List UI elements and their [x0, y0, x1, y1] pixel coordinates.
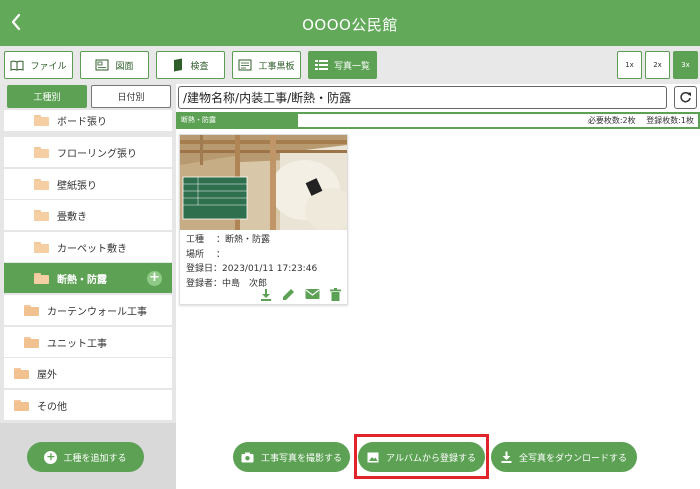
file-button-label: ファイル [30, 61, 67, 72]
tree-item-label: 畳敷き [57, 211, 87, 223]
folder-icon [14, 399, 29, 411]
blueprint-icon [95, 59, 109, 71]
meta-value: ：中島 次郎 [213, 278, 268, 289]
inspection-button-label: 検査 [190, 61, 209, 72]
download-all-button[interactable]: 全写真をダウンロードする [491, 442, 637, 472]
tree-item-label: 屋外 [37, 369, 57, 381]
photo-counts: 必要枚数:2枚 登録枚数:1枚 [580, 115, 694, 126]
photo-list-button[interactable]: 写真一覧 [308, 51, 377, 79]
photo-metadata: 工種 ：断熱・防露 場所 ： 登録日：2023/01/11 17:23:46 登録者… [186, 233, 317, 291]
category-label: 断熱・防露 [178, 114, 298, 127]
registered-count: 登録枚数:1枚 [646, 116, 694, 125]
category-header: 断熱・防露 必要枚数:2枚 登録枚数:1枚 [176, 112, 700, 129]
tree-item-label: 断熱・防露 [57, 274, 107, 286]
folder-icon [34, 209, 49, 221]
app-header: OOOO公民館 [0, 0, 700, 46]
file-button[interactable]: ファイル [4, 51, 73, 79]
meta-row: 工種 ：断熱・防露 [186, 233, 317, 248]
meta-label: 登録者 [186, 278, 214, 289]
meta-label: 場所 [186, 249, 205, 260]
zoom-2x-button[interactable]: 2x [645, 51, 670, 79]
meta-row: 場所 ： [186, 248, 317, 263]
path-field[interactable]: /建物名称/内装工事/断熱・防露 [178, 86, 667, 109]
folder-icon [34, 146, 49, 158]
folder-icon [34, 241, 49, 253]
take-photo-label: 工事写真を撮影する [260, 453, 342, 464]
folder-icon [34, 115, 49, 126]
tree-item[interactable]: ボード張り [4, 110, 172, 131]
tree-item-label: フローリング張り [57, 148, 137, 160]
plus-icon: + [44, 449, 58, 464]
meta-value: ：2023/01/11 17:23:46 [213, 264, 318, 274]
folder-icon [24, 304, 39, 316]
tree-item-label: 壁紙張り [57, 180, 97, 192]
folder-icon [14, 367, 29, 379]
required-count: 必要枚数:2枚 [587, 116, 636, 125]
page-title: OOOO公民館 [302, 16, 398, 34]
meta-value: ：断熱・防露 [216, 235, 271, 245]
tab-by-work-type[interactable]: 工種別 [7, 85, 87, 108]
inspection-button[interactable]: 検査 [156, 51, 225, 79]
add-work-type-label: 工種を追加する [63, 453, 127, 464]
notebook-icon [174, 58, 183, 72]
meta-row: 登録日：2023/01/11 17:23:46 [186, 262, 317, 277]
tree-item-selected[interactable]: 断熱・防露 + [4, 263, 172, 293]
tab-by-date[interactable]: 日付別 [91, 85, 171, 108]
camera-icon [241, 452, 254, 462]
photo-card[interactable]: 工種 ：断熱・防露 場所 ： 登録日：2023/01/11 17:23:46 登録者… [179, 134, 348, 305]
meta-label: 登録日 [186, 264, 214, 274]
zoom-3x-button[interactable]: 3x [673, 51, 698, 79]
blackboard-button-label: 工事黒板 [258, 61, 295, 72]
list-icon [314, 60, 328, 70]
tree-item[interactable]: カーテンウォール工事 [4, 295, 172, 325]
tree-item[interactable]: カーペット敷き [4, 232, 172, 262]
drawing-button-label: 図面 [115, 61, 134, 72]
tree-item-label: ボード張り [57, 117, 107, 128]
tree-item[interactable]: フローリング張り [4, 137, 172, 167]
zoom-1x-button[interactable]: 1x [617, 51, 642, 79]
download-all-label: 全写真をダウンロードする [518, 453, 627, 464]
add-work-type-button[interactable]: + 工種を追加する [27, 442, 144, 472]
tree-item-label: カーペット敷き [57, 243, 127, 255]
add-subcategory-icon[interactable]: + [147, 271, 162, 286]
tree-item[interactable]: 畳敷き [4, 200, 172, 230]
toolbar: ファイル 図面 検査 工事黒板 写真一覧 1x 2x 3x [0, 46, 700, 84]
tree-item[interactable]: 壁紙張り [4, 169, 172, 199]
trash-icon[interactable] [330, 288, 341, 301]
folder-icon [24, 336, 39, 348]
refresh-icon [680, 91, 691, 103]
edit-pencil-icon[interactable] [282, 288, 295, 301]
highlight-box [354, 434, 489, 479]
mail-icon[interactable] [305, 288, 320, 300]
meta-value: ： [216, 249, 226, 260]
refresh-button[interactable] [674, 86, 697, 109]
tree-item[interactable]: 屋外 [4, 358, 172, 388]
photo-thumbnail[interactable] [180, 135, 347, 230]
drawing-button[interactable]: 図面 [80, 51, 149, 79]
card-actions [260, 288, 341, 301]
tree-item[interactable]: ユニット工事 [4, 327, 172, 357]
photo-list-button-label: 写真一覧 [333, 61, 370, 72]
download-icon[interactable] [260, 288, 272, 301]
tree-item-label: カーテンウォール工事 [47, 306, 147, 318]
tree-item[interactable]: その他 [4, 390, 172, 420]
blackboard-icon [238, 59, 252, 71]
download-all-icon [501, 451, 512, 463]
tree-item-label: その他 [37, 401, 67, 413]
folder-icon [34, 178, 49, 190]
tree-item-label: ユニット工事 [47, 338, 107, 350]
take-photo-button[interactable]: 工事写真を撮影する [233, 442, 350, 472]
folder-icon [34, 272, 49, 284]
book-icon [10, 60, 24, 71]
meta-label: 工種 [186, 235, 205, 245]
blackboard-button[interactable]: 工事黒板 [232, 51, 301, 79]
